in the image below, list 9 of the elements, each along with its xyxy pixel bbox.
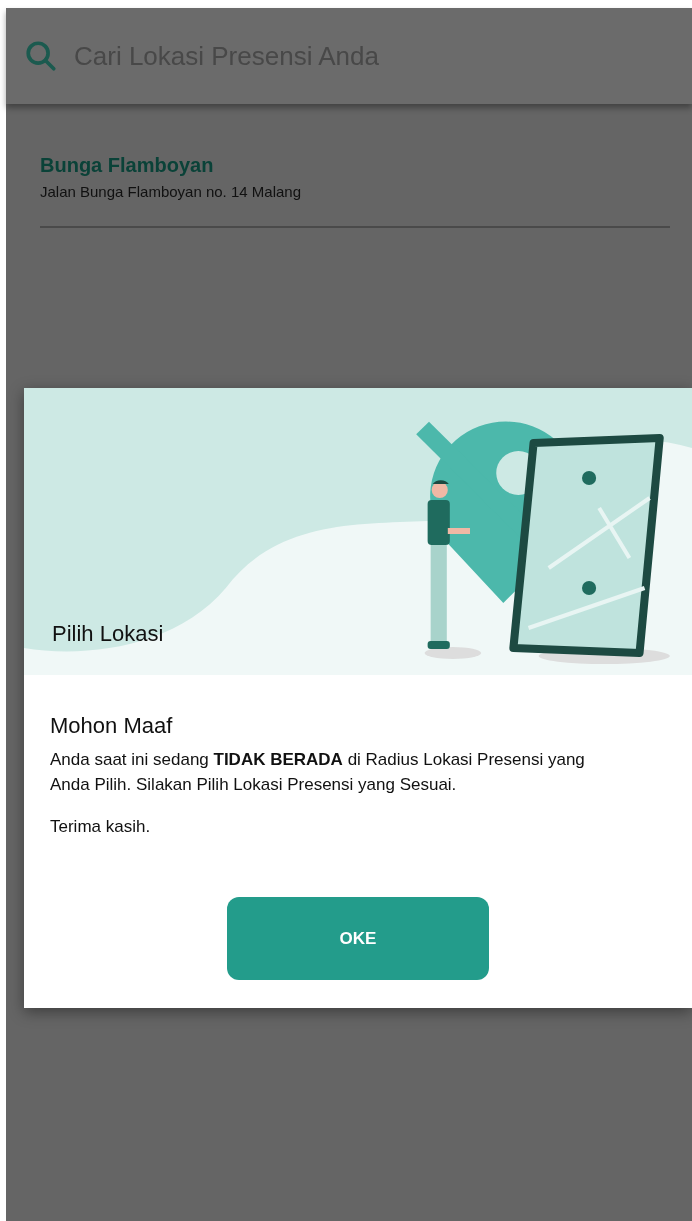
search-icon xyxy=(24,39,58,73)
location-address: Jalan Bunga Flamboyan no. 14 Malang xyxy=(40,183,302,200)
dialog-closing: Terima kasih. xyxy=(50,817,152,837)
dialog-title: Pilih Lokasi xyxy=(52,621,164,647)
dialog-message: Anda saat ini sedang TIDAK BERADA di Radius Lokasi Presensi yang Anda Pilih. Silakan Pilih Lokasi Presensi yang Sesuai. xyxy=(50,749,586,796)
location-name: Bunga Flamboyan xyxy=(40,154,215,177)
dialog-heading: Mohon Maaf xyxy=(50,713,174,739)
ok-button[interactable]: OKE xyxy=(227,897,489,980)
location-item[interactable]: Bunga Flamboyan Jalan Bunga Flamboyan no. 14 Malang xyxy=(40,104,670,228)
